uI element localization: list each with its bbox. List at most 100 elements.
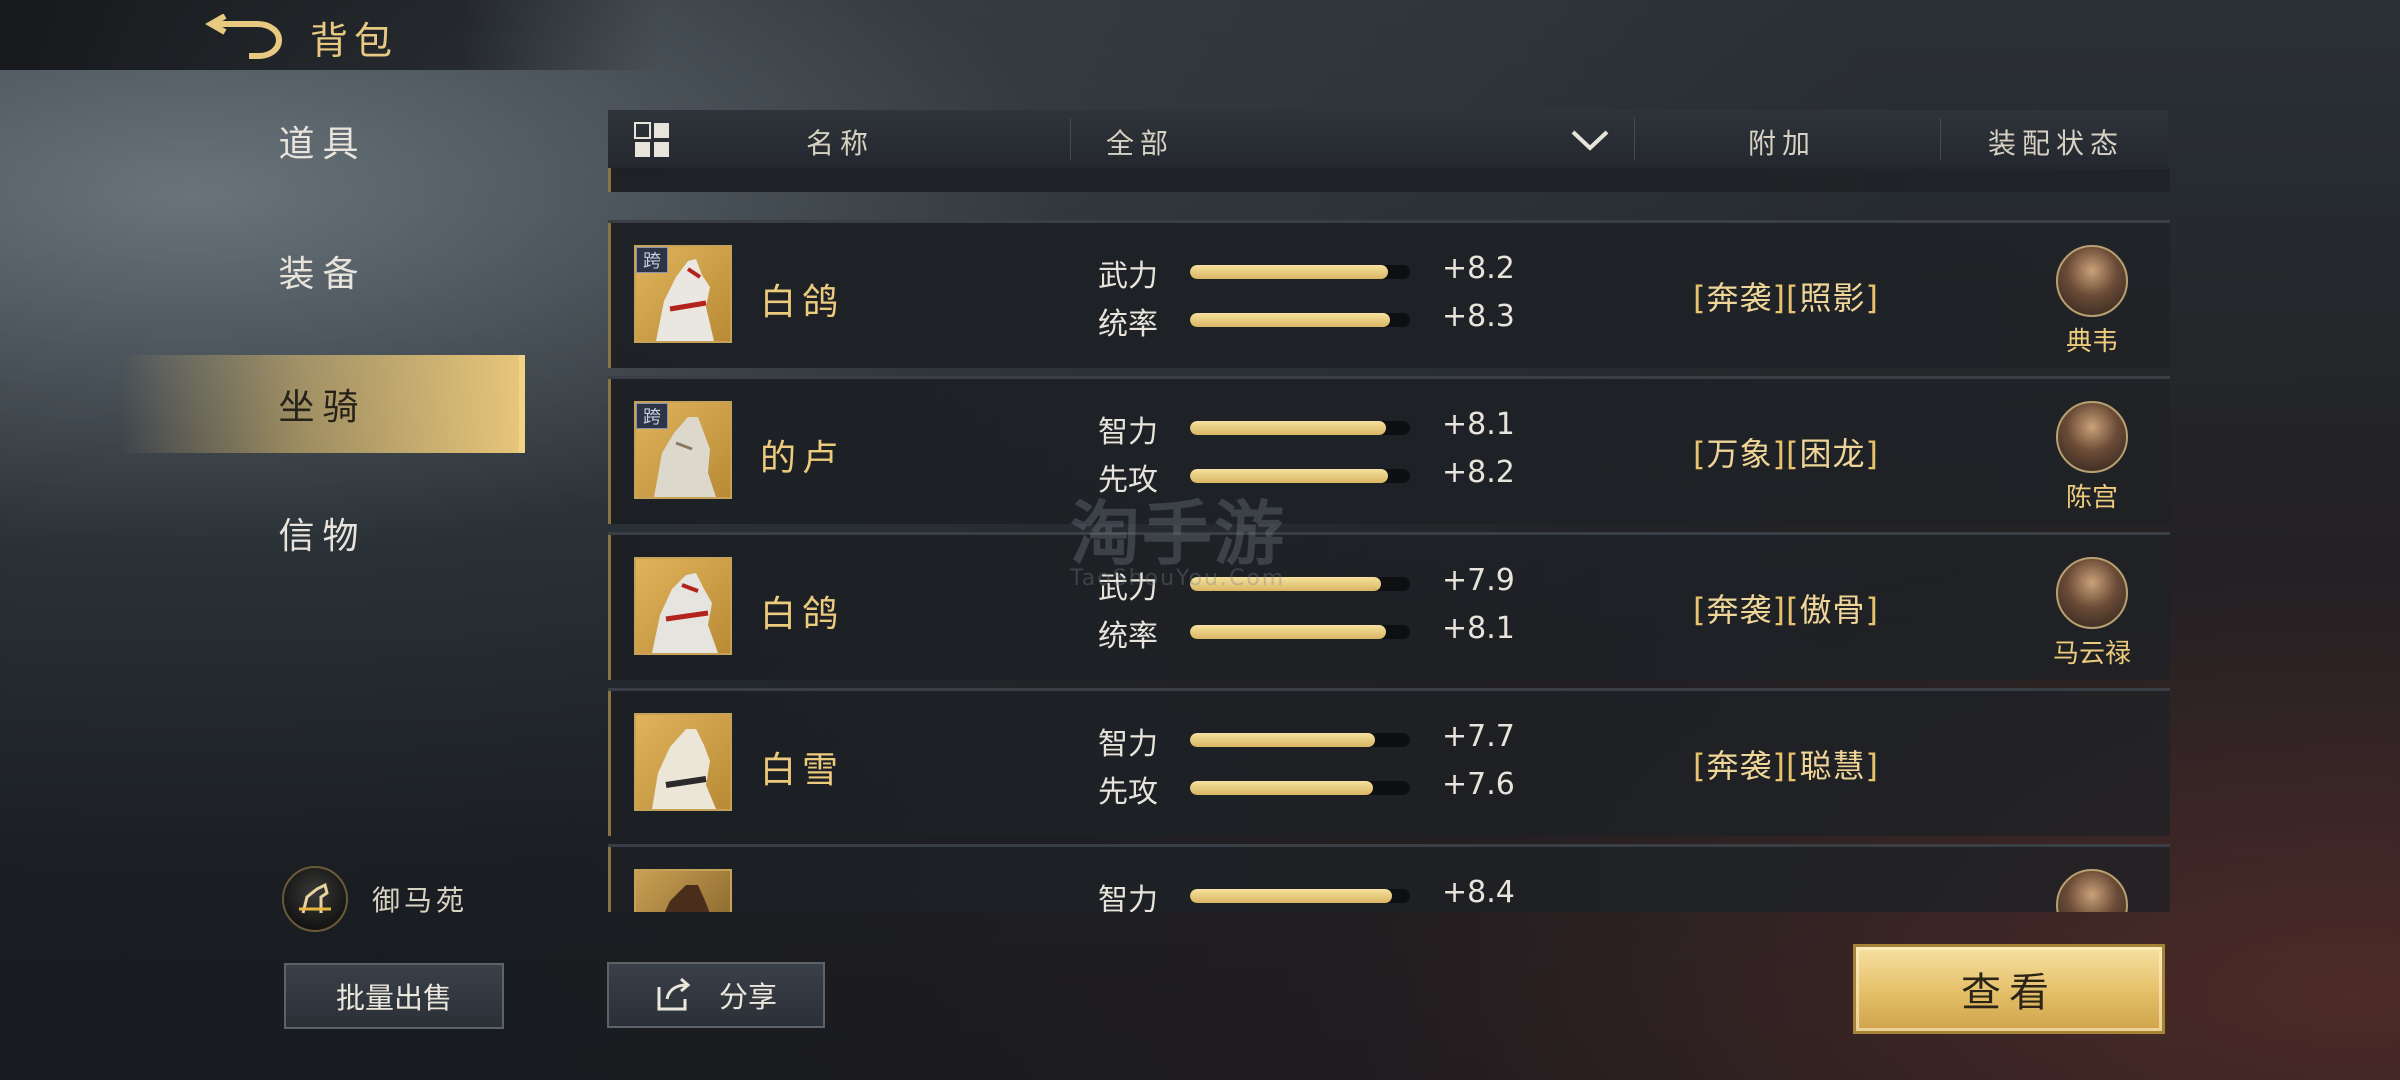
watermark-sub: TaoShouYou.Com xyxy=(1070,566,1286,591)
stat-bar xyxy=(1190,733,1410,747)
equipped-hero[interactable]: 马云禄 xyxy=(2030,557,2154,670)
stat-bar xyxy=(1190,421,1410,435)
trait: 照影 xyxy=(1799,279,1866,317)
stat-label: 智力 xyxy=(1098,727,1158,762)
stat-bar-fill xyxy=(1190,781,1373,795)
stat-bar-fill xyxy=(1190,625,1386,639)
stat-bar-fill xyxy=(1190,265,1388,279)
grid-view-icon[interactable] xyxy=(634,122,670,158)
nav-item-mounts[interactable]: 坐骑 xyxy=(120,355,525,453)
horse-icon xyxy=(282,866,348,932)
stat-value: +7.6 xyxy=(1442,767,1515,802)
mount-row[interactable]: 跨 的卢 智力 +8.1 先攻 +8.2 [万象][困龙] 陈宫 xyxy=(608,376,2170,524)
trait: 万象 xyxy=(1706,435,1773,473)
avatar xyxy=(2056,401,2128,473)
view-button[interactable]: 查看 xyxy=(1853,944,2165,1034)
extra-traits: [万象][困龙] xyxy=(1693,435,1879,473)
avatar xyxy=(2056,869,2128,912)
stat-value: +7.7 xyxy=(1442,719,1515,754)
cross-tag: 跨 xyxy=(636,247,668,273)
stat-bar-fill xyxy=(1190,313,1391,327)
column-divider xyxy=(1940,118,1941,160)
avatar xyxy=(2056,557,2128,629)
stat-value: +8.2 xyxy=(1442,455,1515,490)
stat-label: 智力 xyxy=(1098,415,1158,450)
stat-bar-fill xyxy=(1190,421,1386,435)
mount-name: 白雪 xyxy=(760,750,845,791)
col-name-header: 名称 xyxy=(806,127,875,160)
nav-item-equipment[interactable]: 装备 xyxy=(120,222,525,320)
nav-item-items[interactable]: 道具 xyxy=(120,92,525,190)
stat-value: +8.4 xyxy=(1442,875,1515,910)
stable-button[interactable]: 御马苑 xyxy=(282,866,468,932)
hero-name: 陈宫 xyxy=(2065,483,2118,513)
filter-value: 全部 xyxy=(1106,127,1175,160)
trait: 奔袭 xyxy=(1706,591,1773,629)
stat-value: +8.1 xyxy=(1442,611,1515,646)
mount-row[interactable]: 跨 白鸽 武力 +8.2 统率 +8.3 [奔袭][照影] 典韦 xyxy=(608,220,2170,368)
back-button[interactable] xyxy=(204,13,287,62)
stat-label: 武力 xyxy=(1098,259,1158,294)
stat-label: 统率 xyxy=(1098,307,1158,342)
stable-label: 御马苑 xyxy=(372,884,469,917)
stat-bar xyxy=(1190,781,1410,795)
page-title: 背包 xyxy=(310,19,399,63)
trait: 奔袭 xyxy=(1706,747,1773,785)
mount-thumbnail: 跨 xyxy=(634,401,732,499)
stat-bar-fill xyxy=(1190,889,1393,903)
nav-item-tokens[interactable]: 信物 xyxy=(120,484,525,582)
share-button[interactable]: 分享 xyxy=(607,962,825,1028)
horse-portrait-icon xyxy=(652,573,718,653)
horse-portrait-icon xyxy=(652,729,716,809)
hero-name: 马云禄 xyxy=(2052,639,2131,669)
trait: 困龙 xyxy=(1799,435,1866,473)
stat-value: +8.1 xyxy=(1442,407,1515,442)
extra-traits: [奔袭][傲骨] xyxy=(1693,591,1879,629)
mount-name: 的卢 xyxy=(760,438,845,479)
stat-value: +7.9 xyxy=(1442,563,1515,598)
equipped-hero[interactable]: 陈宫 xyxy=(2030,401,2154,514)
trait: 傲骨 xyxy=(1799,591,1866,629)
nav-item-label: 坐骑 xyxy=(278,387,367,428)
mount-thumbnail: 跨 xyxy=(634,245,732,343)
mount-list[interactable]: 跨 白鸽 武力 +8.2 统率 +8.3 [奔袭][照影] 典韦 跨 的卢 智力… xyxy=(608,168,2170,912)
watermark: 淘手游 xyxy=(1070,493,1286,575)
column-divider xyxy=(1634,118,1635,160)
extra-traits: [奔袭][照影] xyxy=(1693,279,1879,317)
mount-name: 白鸽 xyxy=(760,594,845,635)
stat-bar xyxy=(1190,625,1410,639)
stat-label: 统率 xyxy=(1098,619,1158,654)
share-icon xyxy=(657,977,691,1011)
mount-name: 白鸽 xyxy=(760,282,845,323)
list-item[interactable] xyxy=(608,168,2170,192)
mount-row[interactable]: 智力 +8.4 xyxy=(608,844,2170,912)
share-label: 分享 xyxy=(718,980,777,1014)
stat-value: +8.3 xyxy=(1442,299,1515,334)
stat-bar xyxy=(1190,313,1410,327)
trait: 聪慧 xyxy=(1799,747,1866,785)
equipped-hero[interactable]: 典韦 xyxy=(2030,245,2154,358)
extra-traits: [奔袭][聪慧] xyxy=(1693,747,1879,785)
cross-tag: 跨 xyxy=(636,403,668,429)
table-header: 名称 全部 附加 装配状态 xyxy=(608,110,2168,169)
stat-bar xyxy=(1190,889,1410,903)
stat-label: 先攻 xyxy=(1098,775,1158,810)
mount-row[interactable]: 白雪 智力 +7.7 先攻 +7.6 [奔袭][聪慧] xyxy=(608,688,2170,836)
col-equip-header: 装配状态 xyxy=(1988,127,2125,160)
trait: 奔袭 xyxy=(1706,279,1773,317)
stat-label: 智力 xyxy=(1098,883,1158,912)
stat-value: +8.2 xyxy=(1442,251,1515,286)
stat-bar xyxy=(1190,265,1410,279)
col-extra-header: 附加 xyxy=(1748,127,1817,160)
chevron-down-icon xyxy=(1571,130,1609,151)
bulk-sell-button[interactable]: 批量出售 xyxy=(284,963,504,1029)
nav-item-label: 信物 xyxy=(278,516,367,557)
back-arrow-icon xyxy=(204,13,283,59)
equipped-hero[interactable] xyxy=(2030,869,2154,912)
mount-row[interactable]: 白鸽 武力 +7.9 统率 +8.1 [奔袭][傲骨] 马云禄 xyxy=(608,532,2170,680)
avatar xyxy=(2056,245,2128,317)
filter-dropdown[interactable]: 全部 xyxy=(1070,110,1634,168)
hero-name: 典韦 xyxy=(2065,327,2118,357)
stat-bar-fill xyxy=(1190,733,1375,747)
mount-thumbnail xyxy=(634,869,732,912)
